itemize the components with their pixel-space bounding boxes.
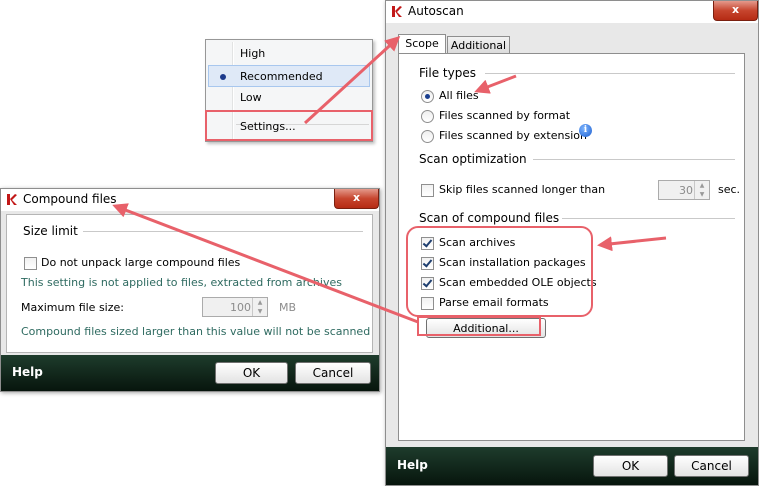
arrow-to-all-files [474,74,517,94]
arrow-to-compound-window [112,203,419,324]
arrow-to-autoscan [303,35,401,125]
arrow-to-compound-options [597,236,667,252]
annotation-arrows [112,35,667,324]
